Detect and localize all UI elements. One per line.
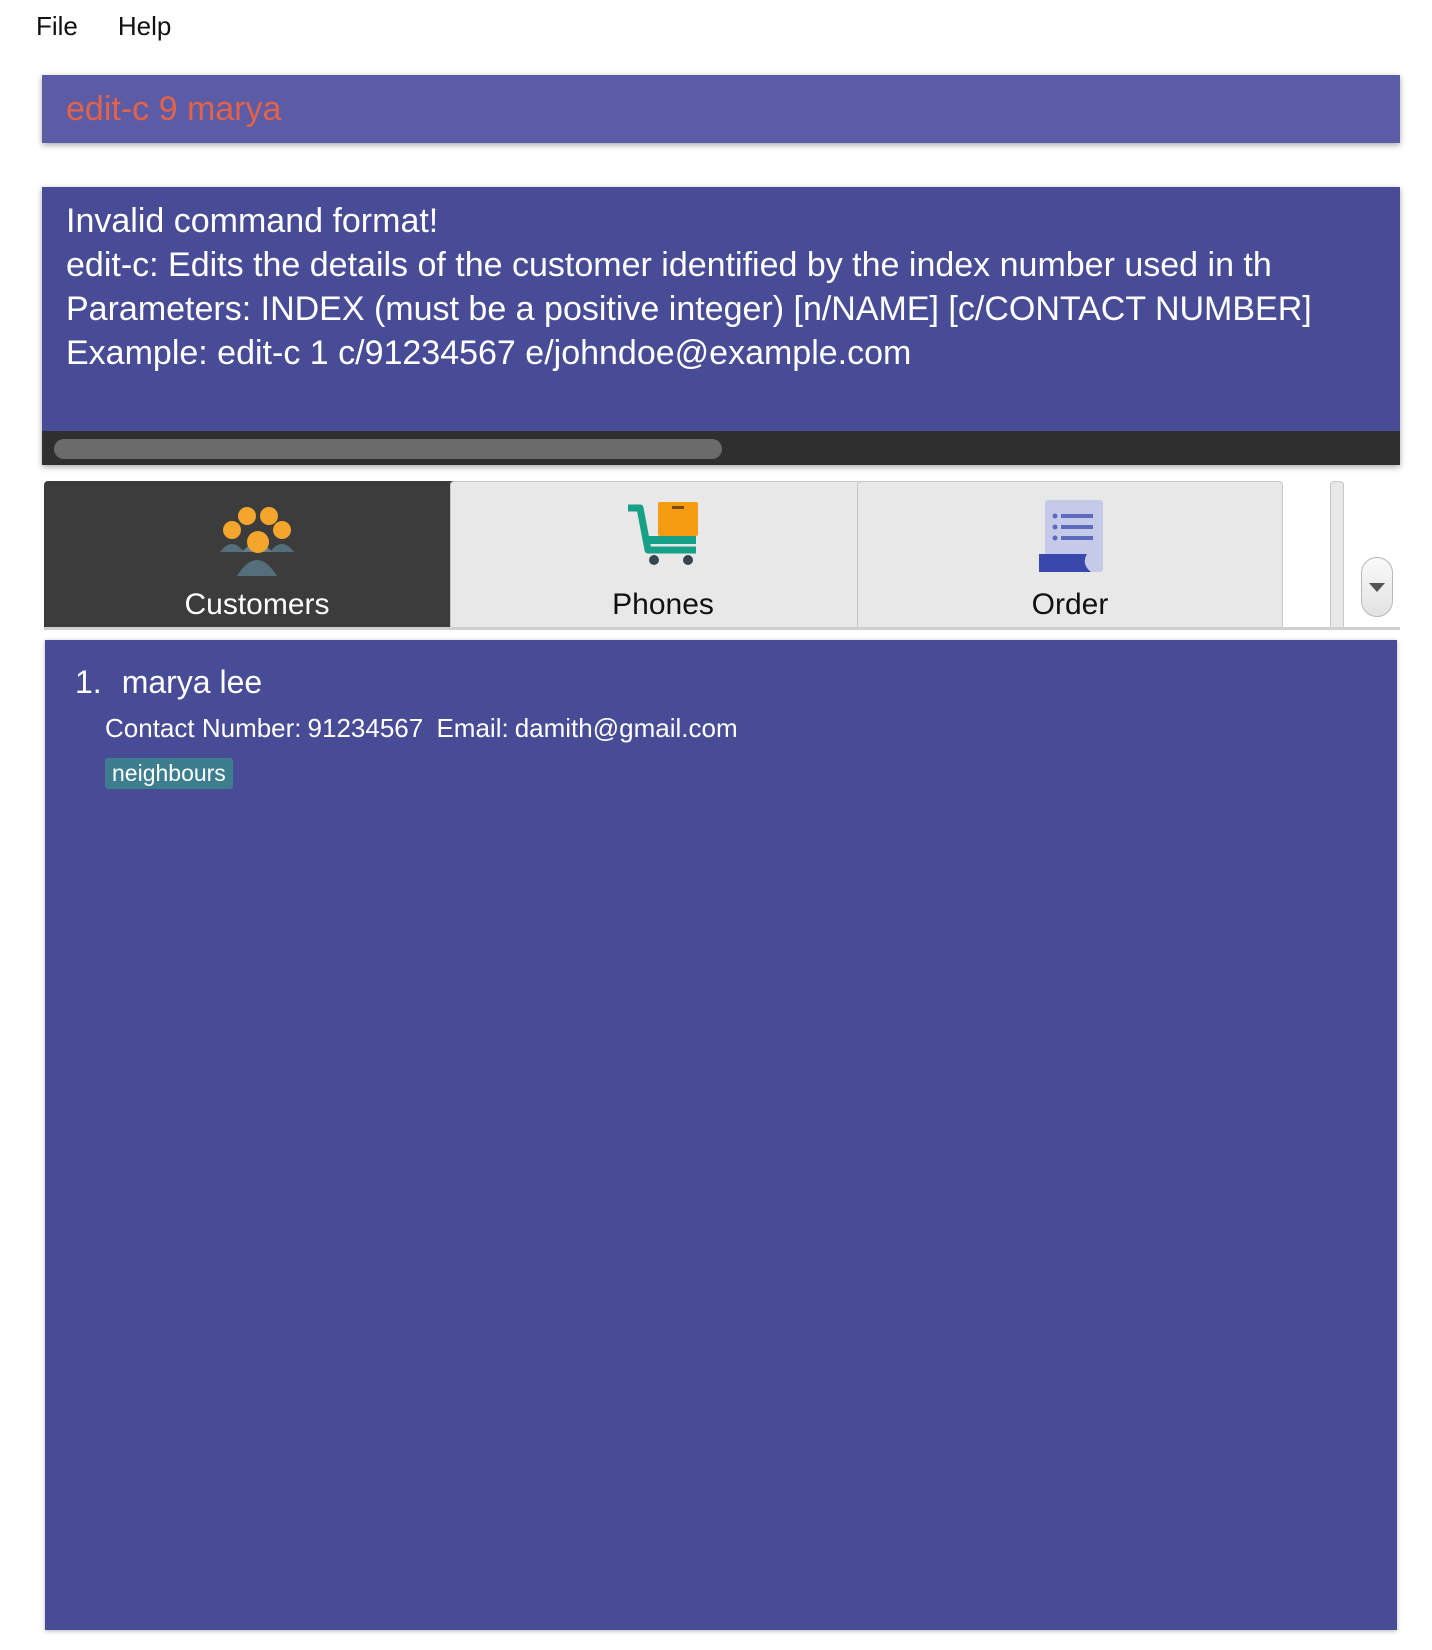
result-line: edit-c: Edits the details of the custome… xyxy=(66,246,1272,284)
tab-phones[interactable]: Phones xyxy=(450,481,876,627)
order-document-icon xyxy=(1039,500,1103,572)
result-line: Invalid command format! xyxy=(66,202,439,240)
customer-list-panel[interactable]: 1. marya lee Contact Number: 91234567 Emai… xyxy=(45,640,1397,1630)
customer-index: 1. xyxy=(75,664,102,700)
horizontal-scrollbar[interactable] xyxy=(42,431,1400,465)
shopping-cart-icon xyxy=(628,502,698,565)
customer-tag: neighbours xyxy=(105,758,233,789)
menu-bar: File Help xyxy=(0,0,1432,52)
tab-dropdown-button[interactable] xyxy=(1361,557,1393,617)
tab-overflow-stub xyxy=(1330,481,1344,627)
tab-label: Phones xyxy=(612,588,714,621)
contact-value: 91234567 xyxy=(307,713,424,743)
tab-label: Customers xyxy=(184,588,330,621)
result-display: Invalid command format! edit-c: Edits the… xyxy=(42,187,1400,465)
customer-card[interactable]: 1. marya lee Contact Number: 91234567 Emai… xyxy=(75,664,744,789)
scrollbar-thumb[interactable] xyxy=(54,439,722,459)
chevron-down-icon xyxy=(1369,582,1385,592)
command-input[interactable] xyxy=(42,75,1400,143)
tab-customers[interactable]: Customers xyxy=(44,481,470,627)
result-text: Invalid command format! edit-c: Edits the… xyxy=(66,199,1400,375)
tab-label: Order xyxy=(1031,588,1109,621)
menu-file[interactable]: File xyxy=(36,11,78,42)
customer-details: Contact Number: 91234567 Email: damith@gma… xyxy=(105,713,744,744)
customer-name: marya lee xyxy=(121,664,263,700)
customers-group-icon xyxy=(220,507,294,576)
result-line: Parameters: INDEX (must be a positive in… xyxy=(66,290,1312,328)
customer-title: 1. marya lee xyxy=(75,664,744,701)
tab-order[interactable]: Order xyxy=(857,481,1283,627)
tab-bar: Customers Phones Order xyxy=(44,481,1400,630)
menu-help[interactable]: Help xyxy=(118,11,171,42)
contact-label: Contact Number: xyxy=(105,713,302,743)
result-line: Example: edit-c 1 c/91234567 e/johndoe@e… xyxy=(66,334,912,372)
email-value: damith@gmail.com xyxy=(514,713,738,743)
command-box xyxy=(42,75,1400,143)
tab-divider xyxy=(44,627,1400,630)
email-label: Email: xyxy=(436,713,509,743)
